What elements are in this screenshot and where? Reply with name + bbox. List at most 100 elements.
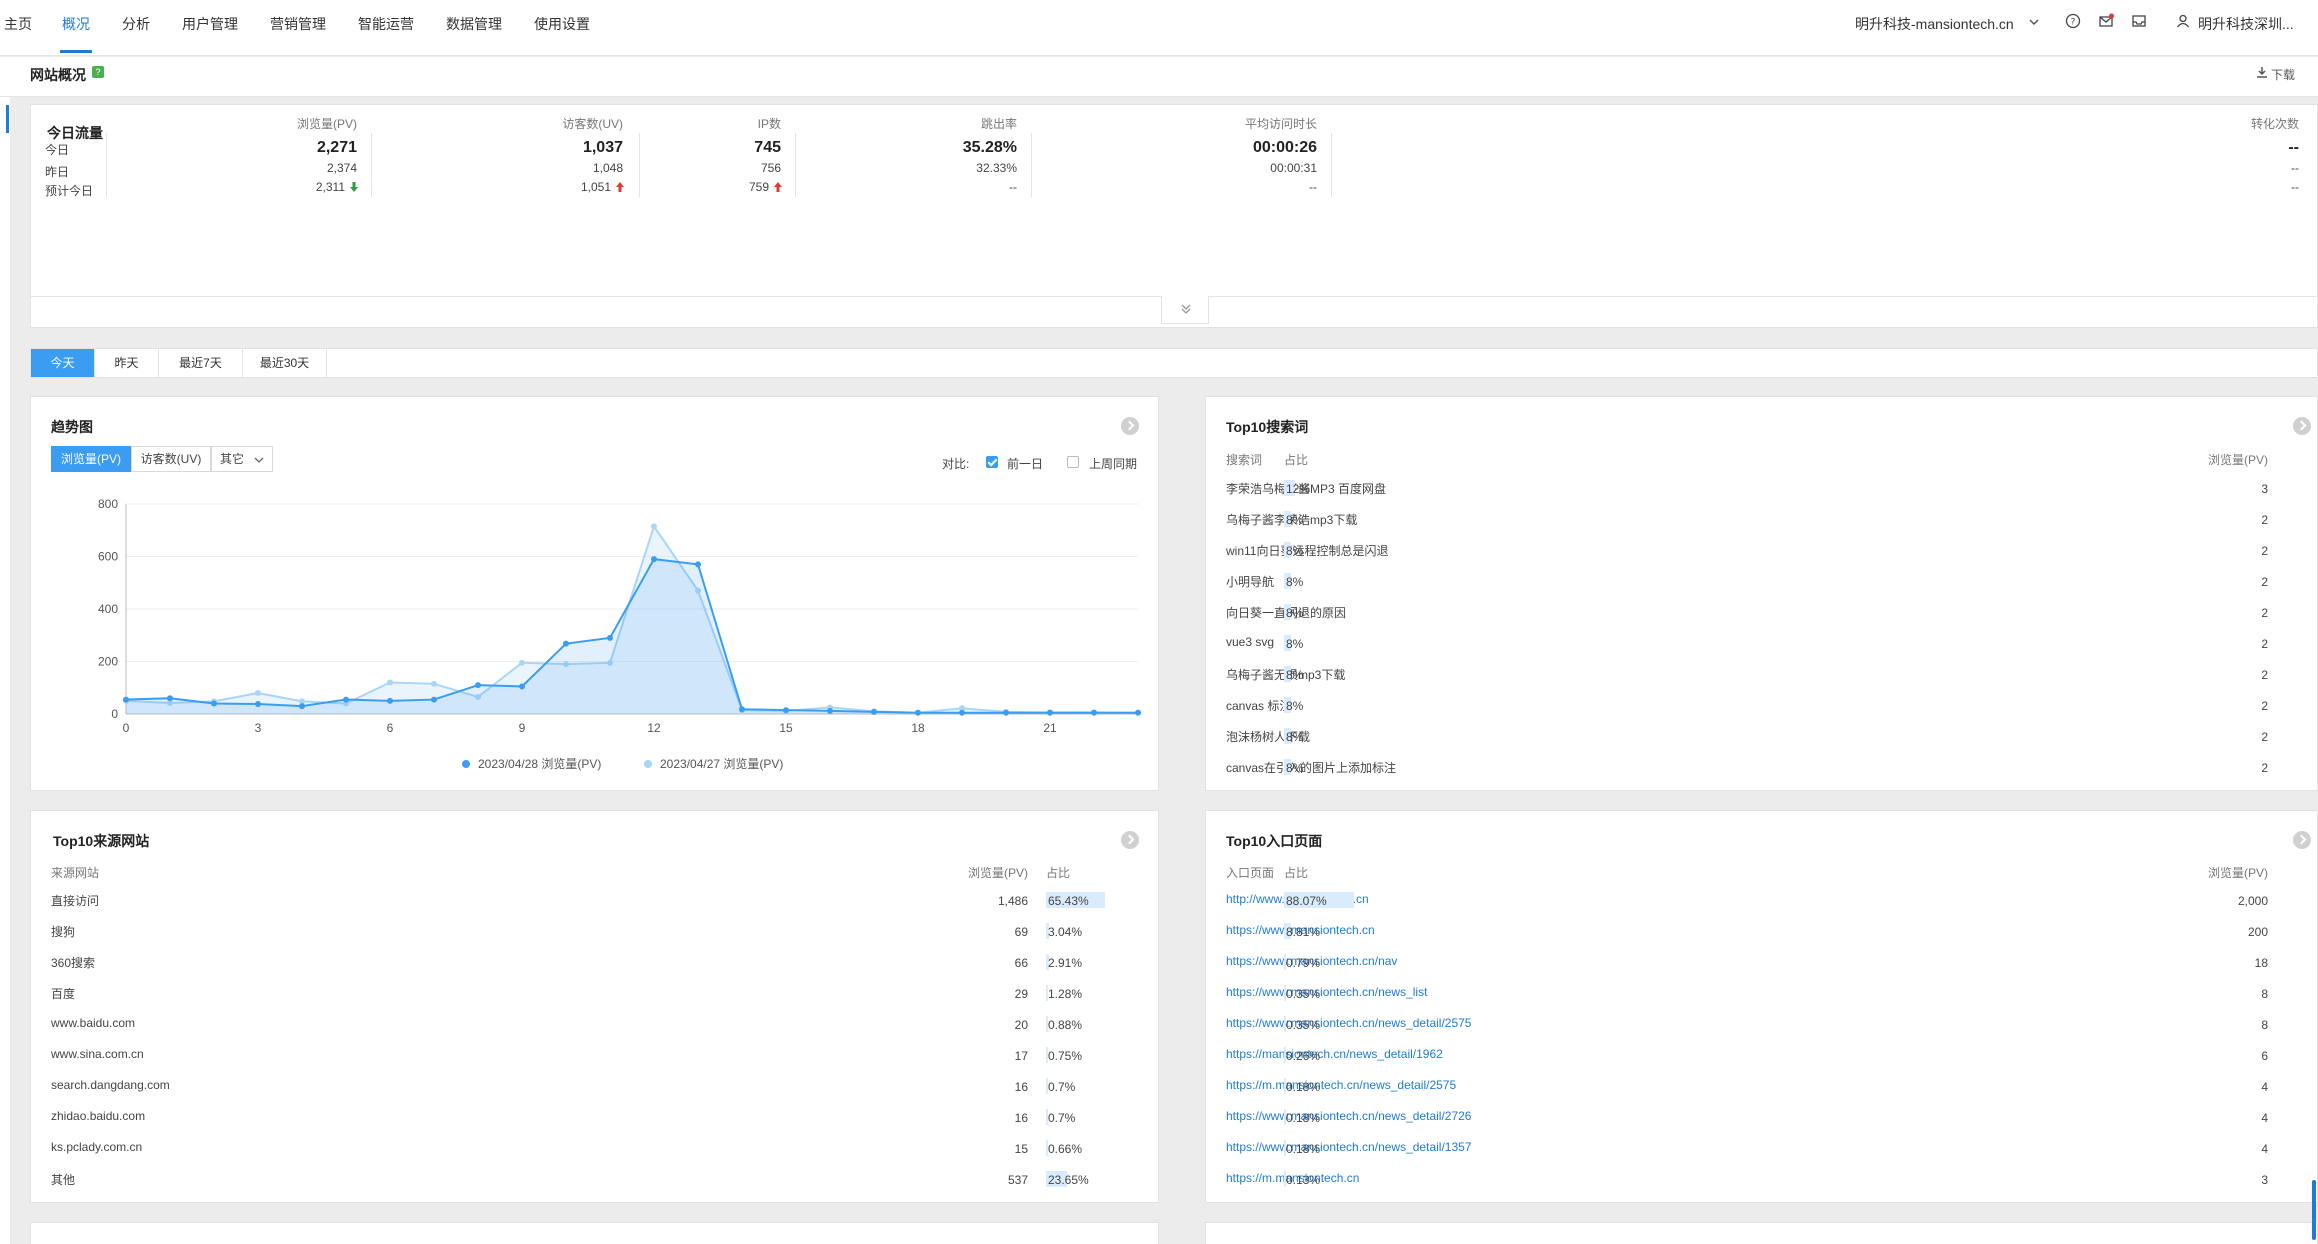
metric-header: 平均访问时长 (1244, 117, 1317, 131)
compare-last-week-checkbox[interactable] (1067, 456, 1079, 468)
more-arrow-icon[interactable] (1121, 417, 1139, 435)
legend-marker (462, 760, 470, 768)
data-point (871, 708, 877, 715)
more-arrow-icon[interactable] (2293, 417, 2311, 435)
row-pct: 0.18% (1286, 1111, 1321, 1125)
metric-uv-button[interactable]: 访客数(UV) (131, 446, 211, 472)
row-label: 预计今日 (45, 184, 94, 198)
row-name: 360搜索 (51, 956, 96, 970)
metric-value: 745 (754, 139, 781, 156)
data-point (1003, 709, 1009, 716)
metric-other-select[interactable]: 其它 (211, 446, 273, 472)
row-pct: 88.07% (1286, 894, 1327, 908)
row-pct: 12% (1286, 482, 1311, 496)
metric-header: IP数 (757, 117, 781, 131)
row-pct: 0.75% (1048, 1049, 1083, 1063)
bottom-right-panel (1205, 1222, 2318, 1244)
x-tick-label: 18 (911, 721, 925, 735)
download-button[interactable]: 下载 (2271, 66, 2295, 83)
row-name: ks.pclady.com.cn (51, 1140, 143, 1154)
nav-item-marketing[interactable]: 营销管理 (270, 14, 326, 34)
left-rail-indicator (6, 105, 9, 133)
help-badge[interactable]: ? (92, 66, 104, 78)
row-name: 百度 (51, 987, 76, 1001)
entry-link[interactable]: https://m.mansiontech.cn/news_detail/257… (1226, 1078, 1456, 1092)
row-pct: 0.35% (1286, 1018, 1321, 1032)
trend-chart: 0 200 400 600 800 0 3 6 9 12 15 18 21 2023/04/28 浏览量(… (98, 497, 1141, 771)
user-icon[interactable] (2175, 13, 2191, 29)
row-pv: 18 (2254, 956, 2268, 970)
nav-item-analysis[interactable]: 分析 (122, 14, 150, 34)
x-tick-label: 6 (387, 721, 394, 735)
column-header-pv: 浏览量(PV) (2207, 866, 2268, 880)
arrow-up-icon (616, 182, 624, 192)
chevron-down-icon (254, 457, 264, 463)
row-pv: 20 (1014, 1018, 1028, 1032)
entry-link[interactable]: https://www.mansiontech.cn/news_detail/1… (1226, 1140, 1471, 1154)
row-pct: 0.7% (1048, 1080, 1076, 1094)
row-pct: 8.81% (1286, 925, 1321, 939)
nav-item-home[interactable]: 主页 (4, 14, 32, 34)
row-pct: 23.65% (1048, 1173, 1089, 1187)
column-header-pct: 占比 (1284, 866, 1309, 880)
site-select[interactable]: 明升科技-mansiontech.cn (1855, 14, 2014, 34)
top-search-title: Top10搜索词 (1226, 419, 1309, 435)
nav-item-smart-ops[interactable]: 智能运营 (358, 14, 414, 34)
tab-last-30-days[interactable]: 最近30天 (243, 349, 327, 377)
compare-prev-day-checkbox[interactable] (986, 456, 998, 468)
x-tick-label: 15 (779, 721, 793, 735)
scrollbar-thumb[interactable] (2312, 1180, 2316, 1240)
nav-item-data[interactable]: 数据管理 (446, 14, 502, 34)
compare-last-week-label[interactable]: 上周同期 (1089, 455, 1137, 472)
row-pct: 8% (1286, 606, 1304, 620)
tab-last-7-days[interactable]: 最近7天 (159, 349, 243, 377)
chevron-down-icon[interactable] (2028, 16, 2040, 28)
metric-value: 1,048 (592, 161, 623, 175)
help-icon[interactable]: ? (2065, 13, 2081, 29)
row-pv: 3 (2261, 482, 2268, 496)
row-pct: 8% (1286, 513, 1304, 527)
tab-today[interactable]: 今天 (31, 349, 95, 377)
metric-header: 转化次数 (2250, 117, 2299, 131)
y-tick-label: 400 (98, 602, 118, 616)
entry-link[interactable]: https://www.mansiontech.cn/news_list (1226, 985, 1427, 999)
row-pv: 66 (1014, 956, 1028, 970)
row-label: 今日 (45, 143, 70, 157)
more-arrow-icon[interactable] (1121, 831, 1139, 849)
row-name: 其他 (51, 1173, 76, 1187)
row-pct: 8% (1286, 575, 1304, 589)
nav-item-users[interactable]: 用户管理 (182, 14, 238, 34)
mail-icon[interactable] (2098, 13, 2114, 29)
x-tick-label: 9 (519, 721, 526, 735)
legend-label: 2023/04/28 浏览量(PV) (478, 756, 601, 771)
metric-pv-button[interactable]: 浏览量(PV) (51, 446, 131, 472)
row-pv: 4 (2261, 1111, 2268, 1125)
row-name: zhidao.baidu.com (51, 1109, 146, 1123)
nav-active-indicator (60, 50, 92, 53)
inbox-icon[interactable] (2131, 13, 2147, 29)
column-divider (639, 133, 640, 197)
row-pv: 200 (2247, 925, 2268, 939)
data-point (827, 707, 833, 714)
user-name[interactable]: 明升科技深圳... (2198, 14, 2294, 34)
data-point (783, 707, 789, 714)
column-divider (1331, 133, 1332, 197)
metric-value: 2,374 (326, 161, 357, 175)
nav-item-settings[interactable]: 使用设置 (534, 14, 590, 34)
compare-prev-day-label[interactable]: 前一日 (1007, 455, 1043, 472)
expand-toggle[interactable] (1161, 296, 1209, 324)
download-icon[interactable] (2256, 66, 2268, 78)
row-pv: 29 (1014, 987, 1028, 1001)
more-arrow-icon[interactable] (2293, 831, 2311, 849)
entry-link[interactable]: https://mansiontech.cn/news_detail/1962 (1226, 1047, 1443, 1061)
metric-value: -- (2288, 139, 2299, 156)
row-pct: 8% (1286, 544, 1304, 558)
row-pct: 0.26% (1286, 1049, 1321, 1063)
row-pct: 65.43% (1048, 894, 1089, 908)
row-pct: 0.13% (1286, 1173, 1321, 1187)
entry-link[interactable]: https://www.mansiontech.cn/news_detail/2… (1226, 1109, 1471, 1123)
tab-yesterday[interactable]: 昨天 (95, 349, 159, 377)
double-chevron-down-icon (1181, 304, 1191, 314)
nav-item-overview[interactable]: 概况 (62, 14, 90, 34)
entry-link[interactable]: https://www.mansiontech.cn/news_detail/2… (1226, 1016, 1471, 1030)
